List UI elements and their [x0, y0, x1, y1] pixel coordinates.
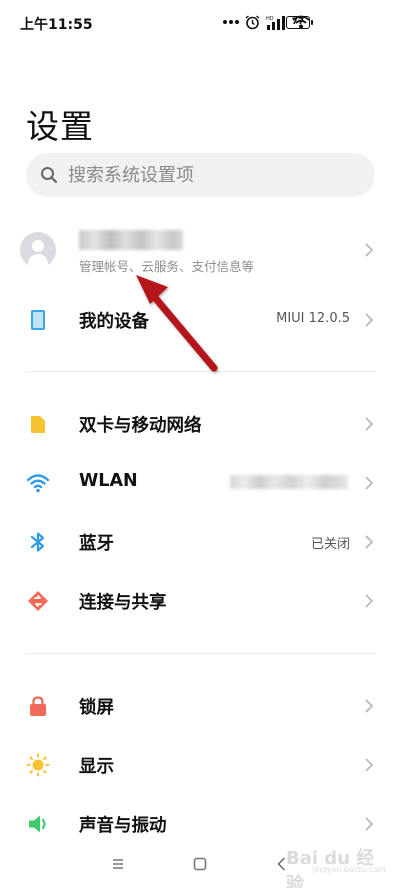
svg-text:HD: HD	[266, 16, 274, 22]
avatar	[20, 232, 56, 268]
status-time: 上午11:55	[20, 17, 93, 33]
chevron-right-icon	[365, 313, 374, 327]
wifi-icon	[26, 474, 50, 493]
search-input[interactable]	[68, 153, 358, 197]
account-name-redacted	[79, 230, 183, 250]
search-bar[interactable]	[26, 153, 375, 197]
row-label: 锁屏	[79, 698, 114, 718]
alarm-icon	[245, 14, 260, 29]
sim-icon	[31, 416, 45, 433]
row-label: 声音与振动	[79, 816, 167, 836]
search-icon	[41, 167, 58, 184]
status-bar: 上午11:55 HD 77	[0, 0, 400, 44]
row-label: 连接与共享	[79, 593, 167, 613]
row-dual-sim[interactable]: 双卡与移动网络	[0, 396, 400, 452]
menu-icon[interactable]	[108, 854, 128, 874]
device-icon	[31, 310, 45, 330]
row-my-device[interactable]: 我的设备 MIUI 12.0.5	[0, 292, 400, 348]
divider	[26, 371, 375, 372]
share-icon	[28, 591, 48, 611]
more-dots-icon	[223, 20, 239, 24]
row-value: MIUI 12.0.5	[276, 311, 350, 326]
watermark: Bai du 经验 jingyan.baidu.com	[282, 838, 386, 888]
home-icon[interactable]	[190, 854, 210, 874]
hd-signal-icon: HD	[266, 15, 285, 30]
chevron-right-icon	[365, 535, 374, 549]
lock-icon	[30, 696, 46, 716]
speaker-icon	[29, 815, 46, 833]
chevron-right-icon	[365, 243, 374, 257]
row-label: 蓝牙	[79, 534, 114, 554]
row-label: 我的设备	[79, 312, 149, 332]
wlan-name-redacted	[230, 475, 348, 489]
divider	[26, 653, 375, 654]
chevron-right-icon	[365, 594, 374, 608]
account-row[interactable]: 管理帐号、云服务、支付信息等	[0, 220, 400, 282]
row-label: 双卡与移动网络	[79, 416, 202, 436]
row-label: WLAN	[79, 471, 138, 491]
row-bluetooth[interactable]: 蓝牙 已关闭	[0, 514, 400, 570]
chevron-right-icon	[365, 758, 374, 772]
row-label: 显示	[79, 757, 114, 777]
page-title: 设置	[26, 107, 94, 146]
chevron-right-icon	[365, 476, 374, 490]
account-subtitle: 管理帐号、云服务、支付信息等	[79, 259, 255, 274]
chevron-right-icon	[365, 817, 374, 831]
chevron-right-icon	[365, 417, 374, 431]
watermark-sub: jingyan.baidu.com	[312, 865, 386, 874]
sun-icon	[26, 753, 50, 777]
row-display[interactable]: 显示	[0, 737, 400, 793]
row-value: 已关闭	[310, 537, 350, 552]
row-wlan[interactable]: WLAN	[0, 455, 400, 511]
chevron-right-icon	[365, 699, 374, 713]
row-connection-sharing[interactable]: 连接与共享	[0, 573, 400, 629]
row-lock-screen[interactable]: 锁屏	[0, 678, 400, 734]
bluetooth-icon	[30, 532, 45, 552]
battery-icon: 77	[286, 16, 313, 29]
